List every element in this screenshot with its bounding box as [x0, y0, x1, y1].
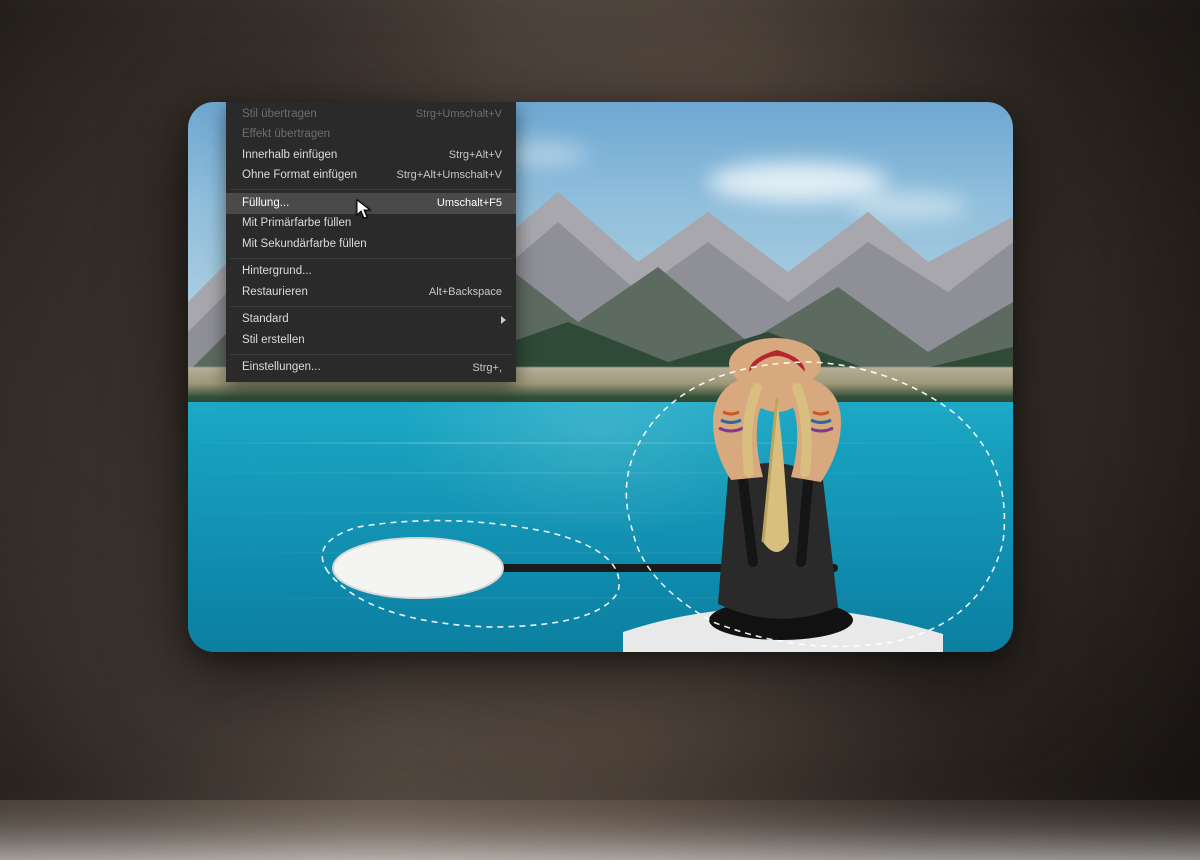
- menu-label: Stil erstellen: [242, 333, 502, 349]
- menu-label: Stil übertragen: [242, 107, 392, 123]
- menu-separator: [230, 354, 512, 355]
- menu-label: Hintergrund...: [242, 264, 502, 280]
- menu-label: Effekt übertragen: [242, 127, 478, 143]
- screenshot-panel: Stil übertragen Strg+Umschalt+V Effekt ü…: [188, 102, 1013, 652]
- menu-separator: [230, 306, 512, 307]
- menu-item-fuellung[interactable]: Füllung... Umschalt+F5: [226, 193, 516, 214]
- menu-shortcut: Alt+Backspace: [429, 285, 502, 300]
- menu-item-hintergrund[interactable]: Hintergrund...: [226, 262, 516, 283]
- context-menu: Stil übertragen Strg+Umschalt+V Effekt ü…: [226, 102, 516, 382]
- menu-label: Standard: [242, 312, 502, 328]
- menu-label: Einstellungen...: [242, 360, 448, 376]
- menu-item-innerhalb-einfuegen[interactable]: Innerhalb einfügen Strg+Alt+V: [226, 145, 516, 166]
- menu-shortcut: Strg+Umschalt+V: [416, 107, 502, 122]
- menu-item-standard[interactable]: Standard: [226, 310, 516, 331]
- menu-item-einstellungen[interactable]: Einstellungen... Strg+,: [226, 358, 516, 379]
- menu-item-sekundaerfarbe-fuellen[interactable]: Mit Sekundärfarbe füllen: [226, 234, 516, 255]
- menu-shortcut: Strg+Alt+V: [449, 148, 502, 163]
- menu-separator: [230, 258, 512, 259]
- menu-shortcut: Strg+Alt+Umschalt+V: [397, 168, 502, 183]
- menu-label: Ohne Format einfügen: [242, 168, 373, 184]
- menu-item-primaerfarbe-fuellen[interactable]: Mit Primärfarbe füllen: [226, 214, 516, 235]
- menu-label: Füllung...: [242, 196, 413, 212]
- menu-shortcut: Strg+,: [472, 361, 502, 376]
- menu-item-stil-erstellen[interactable]: Stil erstellen: [226, 330, 516, 351]
- menu-item-ohne-format-einfuegen[interactable]: Ohne Format einfügen Strg+Alt+Umschalt+V: [226, 166, 516, 187]
- chevron-right-icon: [501, 316, 506, 324]
- selection-marquee-person: [593, 322, 1013, 652]
- menu-item-stil-uebertragen[interactable]: Stil übertragen Strg+Umschalt+V: [226, 104, 516, 125]
- menu-label: Mit Sekundärfarbe füllen: [242, 237, 502, 253]
- menu-item-effekt-uebertragen[interactable]: Effekt übertragen: [226, 125, 516, 146]
- menu-item-restaurieren[interactable]: Restaurieren Alt+Backspace: [226, 282, 516, 303]
- selection-marquee-paddle: [298, 502, 638, 642]
- menu-label: Innerhalb einfügen: [242, 148, 425, 164]
- menu-label: Restaurieren: [242, 285, 405, 301]
- menu-shortcut: Umschalt+F5: [437, 196, 502, 211]
- menu-label: Mit Primärfarbe füllen: [242, 216, 502, 232]
- menu-separator: [230, 189, 512, 190]
